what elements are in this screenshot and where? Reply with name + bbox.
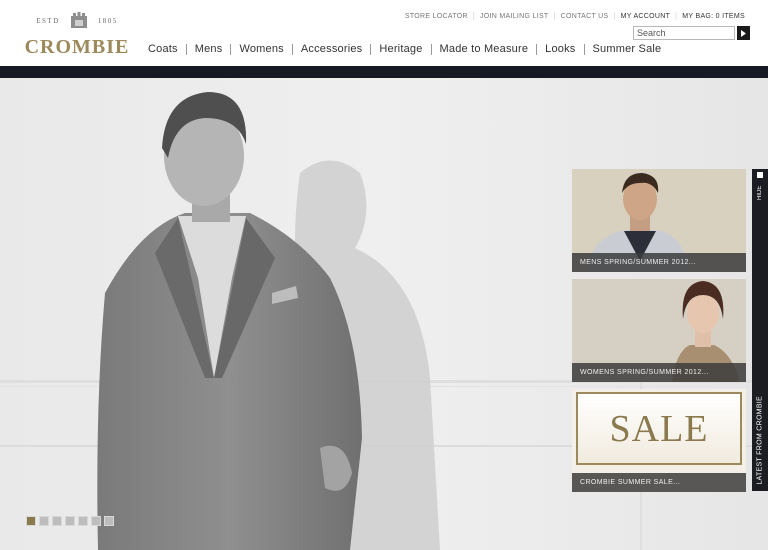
nav-band [0,66,768,78]
nav-womens[interactable]: Womens [231,43,291,55]
slide-dot-2[interactable] [39,516,49,526]
nav-accessories[interactable]: Accessories [293,43,371,55]
sale-banner: SALE [576,392,742,465]
slide-dot-4[interactable] [65,516,75,526]
main-nav: Coats Mens Womens Accessories Heritage M… [140,42,669,56]
nav-heritage[interactable]: Heritage [371,43,430,55]
logo-year: 1805 [97,17,118,25]
logo-estd: ESTD [36,17,60,25]
utility-links: STORE LOCATOR | JOIN MAILING LIST | CONT… [400,13,750,20]
slide-dot-5[interactable] [78,516,88,526]
slide-dot-3[interactable] [52,516,62,526]
search-input[interactable] [633,26,735,40]
brand-wordmark: CROMBIE [24,36,130,58]
search-box [633,26,750,40]
mailing-list-link[interactable]: JOIN MAILING LIST [475,13,554,20]
crest-icon [70,12,87,28]
card-caption: MENS SPRING/SUMMER 2012... [572,253,746,272]
nav-made-to-measure[interactable]: Made to Measure [432,43,537,55]
search-submit-button[interactable] [737,26,750,40]
nav-coats[interactable]: Coats [140,43,186,55]
latest-tab-title: LATEST FROM CROMBIE [756,396,764,485]
slide-pager [26,516,114,526]
card-caption: CROMBIE SUMMER SALE... [572,473,746,492]
logo-crest-row: ESTD 1805 [22,10,132,32]
store-locator-link[interactable]: STORE LOCATOR [400,13,473,20]
card-caption: WOMENS SPRING/SUMMER 2012... [572,363,746,382]
summer-sale-card[interactable]: SALE CROMBIE SUMMER SALE... [572,389,746,492]
nav-summer-sale[interactable]: Summer Sale [585,43,670,55]
slide-dot-1[interactable] [26,516,36,526]
nav-looks[interactable]: Looks [537,43,583,55]
contact-us-link[interactable]: CONTACT US [556,13,614,20]
my-account-link[interactable]: MY ACCOUNT [616,13,676,20]
hide-label[interactable]: HIDE [754,181,766,205]
slide-dot-7[interactable] [104,516,114,526]
slide-dot-6[interactable] [91,516,101,526]
latest-tab[interactable]: HIDE LATEST FROM CROMBIE [752,169,768,491]
site-header: ESTD 1805 CROMBIE STORE LOCATOR | JOIN M… [0,0,768,66]
crombie-logo[interactable]: ESTD 1805 CROMBIE [22,10,132,58]
sale-banner-text: SALE [609,407,709,450]
hide-toggle-icon[interactable] [757,172,763,178]
arrow-right-icon [741,29,746,37]
nav-mens[interactable]: Mens [187,43,231,55]
mens-ss-card[interactable]: MENS SPRING/SUMMER 2012... [572,169,746,272]
my-bag-link[interactable]: MY BAG: 0 ITEMS [677,13,750,20]
womens-ss-card[interactable]: WOMENS SPRING/SUMMER 2012... [572,279,746,382]
